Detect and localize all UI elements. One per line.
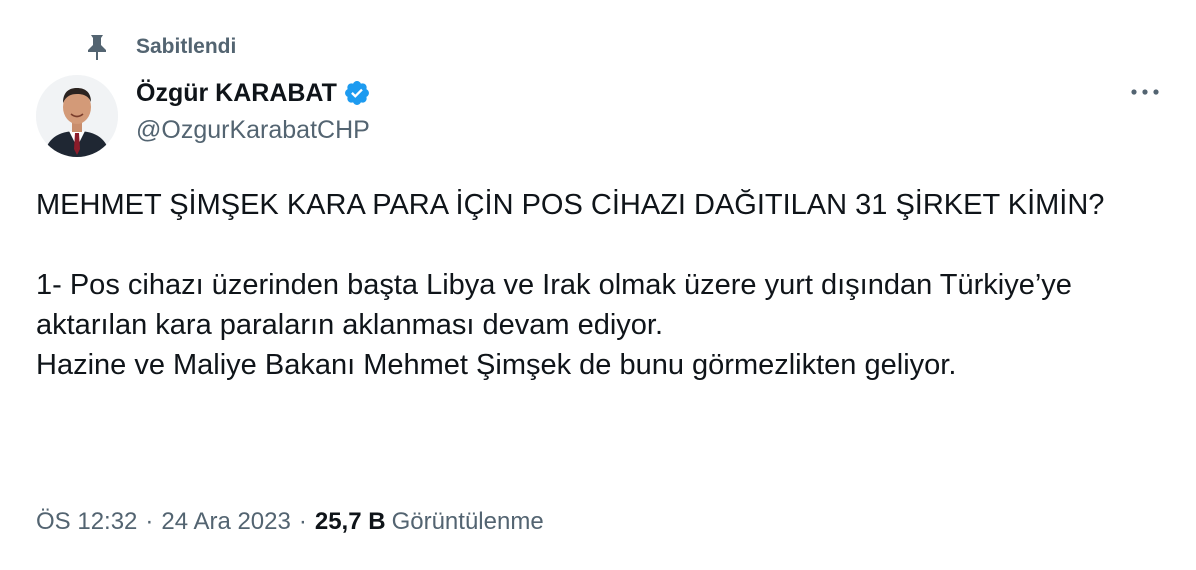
user-info: Özgür KARABAT @OzgurKarabatCHP (136, 74, 373, 145)
tweet-meta: ÖS 12:32 · 24 Ara 2023 · 25,7 B Görüntül… (36, 505, 544, 539)
tweet-date[interactable]: 24 Ara 2023 (161, 508, 290, 536)
pin-icon (82, 30, 112, 64)
tweet-text: MEHMET ŞİMŞEK KARA PARA İÇİN POS CİHAZI … (36, 189, 1105, 381)
name-row: Özgür KARABAT (136, 74, 373, 112)
views-label[interactable]: Görüntülenme (392, 508, 544, 536)
tweet-card[interactable]: Sabitlendi Özgür KARABAT @OzgurKarabatCH… (0, 0, 1196, 570)
meta-separator: · (145, 508, 154, 535)
user-handle[interactable]: @OzgurKarabatCHP (136, 116, 373, 145)
views-count[interactable]: 25,7 B (315, 508, 386, 536)
display-name[interactable]: Özgür KARABAT (136, 79, 337, 108)
meta-separator: · (298, 508, 307, 535)
avatar[interactable] (36, 75, 118, 157)
pinned-indicator: Sabitlendi (82, 30, 236, 64)
pinned-label: Sabitlendi (136, 35, 237, 58)
more-horizontal-icon (1131, 89, 1159, 95)
verified-badge-icon[interactable] (343, 78, 373, 108)
more-options-button[interactable] (1128, 80, 1162, 104)
tweet-time[interactable]: ÖS 12:32 (36, 508, 137, 536)
